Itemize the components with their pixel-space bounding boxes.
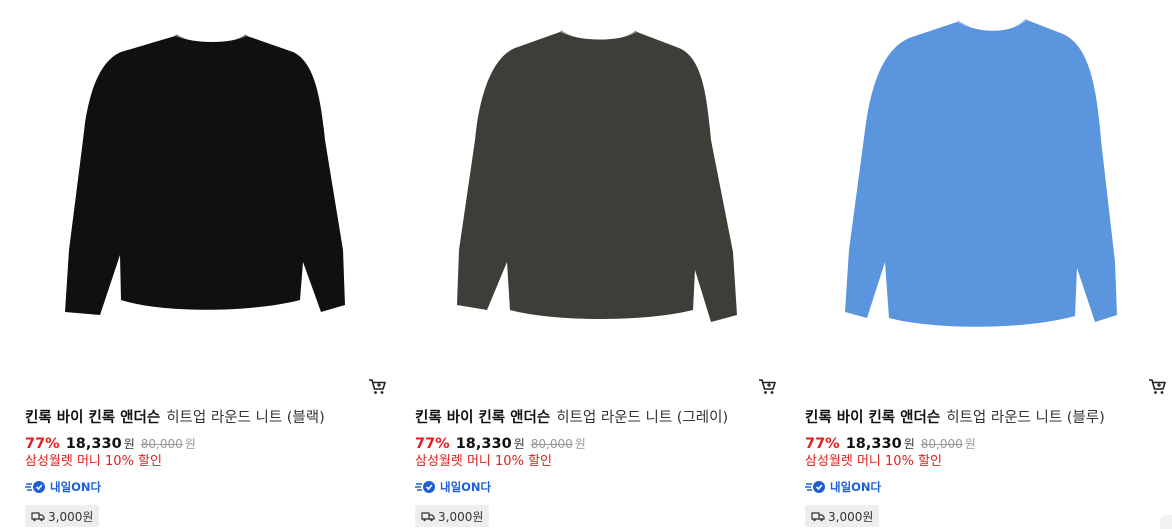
benefit-text: 삼성월렛 머니 10% 할인 (415, 454, 552, 469)
product-title[interactable]: 킨록 바이 킨록 앤더슨 히트업 라운드 니트 (블루) (805, 408, 1155, 428)
add-to-cart-button[interactable] (367, 376, 387, 396)
truck-icon (421, 511, 435, 521)
delivery-badge-label: 내일ON다 (440, 480, 492, 494)
brand-name: 킨록 바이 킨록 앤더슨 (805, 410, 941, 426)
truck-icon (811, 511, 825, 521)
original-price: 80,000 (140, 437, 183, 451)
original-price: 80,000 (920, 437, 963, 451)
rocket-delivery-icon (805, 481, 825, 493)
discount-rate: 77% (25, 436, 60, 452)
sale-price: 18,330 (845, 436, 902, 452)
product-image[interactable] (805, 0, 1151, 368)
brand-name: 킨록 바이 킨록 앤더슨 (25, 410, 161, 426)
price-row: 77% 18,330 원 80,000 원 (415, 434, 586, 454)
original-price-unit: 원 (184, 437, 196, 451)
delivery-badge-label: 내일ON다 (830, 480, 882, 494)
price-unit: 원 (513, 437, 525, 451)
add-to-cart-button[interactable] (1147, 376, 1167, 396)
product-card[interactable]: 킨록 바이 킨록 앤더슨 히트업 라운드 니트 (블랙) 77% 18,330 원 80… (25, 0, 390, 529)
rocket-delivery-icon (25, 481, 45, 493)
price-row: 77% 18,330 원 80,000 원 (805, 434, 976, 454)
cart-icon (1149, 379, 1166, 394)
sweater-image (65, 34, 345, 315)
truck-icon (31, 511, 45, 521)
delivery-badge: 내일ON다 (415, 478, 491, 496)
original-price-unit: 원 (574, 437, 586, 451)
sale-price: 18,330 (65, 436, 122, 452)
shipping-fee: 3,000원 (438, 509, 484, 524)
product-name: 히트업 라운드 니트 (블루) (946, 410, 1105, 426)
scroll-edge[interactable] (1160, 515, 1172, 529)
sweater-image (457, 30, 737, 322)
price-unit: 원 (903, 437, 915, 451)
price-row: 77% 18,330 원 80,000 원 (25, 434, 196, 454)
product-title[interactable]: 킨록 바이 킨록 앤더슨 히트업 라운드 니트 (그레이) (415, 408, 765, 428)
price-unit: 원 (123, 437, 135, 451)
rocket-delivery-icon (415, 481, 435, 493)
delivery-badge-label: 내일ON다 (50, 480, 102, 494)
brand-name: 킨록 바이 킨록 앤더슨 (415, 410, 551, 426)
sale-price: 18,330 (455, 436, 512, 452)
sweater-image (845, 18, 1117, 327)
product-name: 히트업 라운드 니트 (블랙) (166, 410, 325, 426)
product-title[interactable]: 킨록 바이 킨록 앤더슨 히트업 라운드 니트 (블랙) (25, 408, 375, 428)
add-to-cart-button[interactable] (757, 376, 777, 396)
shipping-fee-tag: 3,000원 (25, 505, 100, 527)
shipping-fee: 3,000원 (828, 509, 874, 524)
product-card[interactable]: 킨록 바이 킨록 앤더슨 히트업 라운드 니트 (블루) 77% 18,330 원 80… (805, 0, 1170, 529)
product-image[interactable] (25, 0, 371, 368)
delivery-badge: 내일ON다 (25, 478, 101, 496)
benefit-text: 삼성월렛 머니 10% 할인 (805, 454, 942, 469)
benefit-text: 삼성월렛 머니 10% 할인 (25, 454, 162, 469)
product-image[interactable] (415, 0, 761, 368)
shipping-fee: 3,000원 (48, 509, 94, 524)
shipping-fee-tag: 3,000원 (805, 505, 880, 527)
discount-rate: 77% (805, 436, 840, 452)
original-price-unit: 원 (964, 437, 976, 451)
cart-icon (759, 379, 776, 394)
product-card[interactable]: 킨록 바이 킨록 앤더슨 히트업 라운드 니트 (그레이) 77% 18,330 원 8… (415, 0, 780, 529)
product-name: 히트업 라운드 니트 (그레이) (556, 410, 729, 426)
cart-icon (369, 379, 386, 394)
shipping-fee-tag: 3,000원 (415, 505, 490, 527)
discount-rate: 77% (415, 436, 450, 452)
delivery-badge: 내일ON다 (805, 478, 881, 496)
original-price: 80,000 (530, 437, 573, 451)
